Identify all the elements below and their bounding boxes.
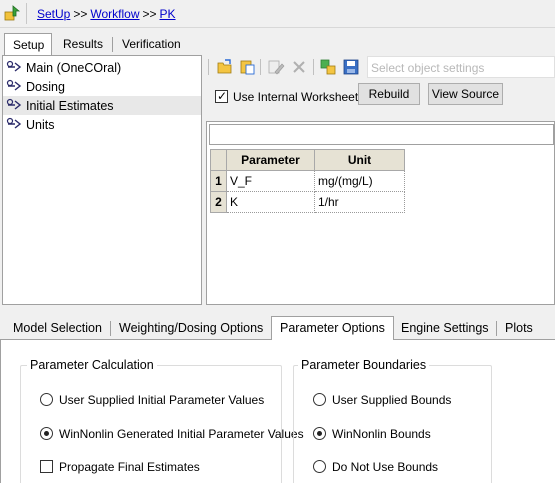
link-node-icon [6,117,22,129]
toolbar-divider [313,59,314,75]
tab-divider [496,321,497,336]
top-tab-strip: Setup Results Verification [0,33,555,57]
parameter-options-panel: Parameter Calculation User Supplied Init… [0,340,555,483]
winnonlin-generated-initial-values-radio[interactable] [40,427,53,440]
link-node-icon [6,98,22,110]
toolbar-divider [260,59,261,75]
link-icon[interactable] [319,58,337,76]
initial-estimates-panel: Select object settings ✓ Use Internal Wo… [205,55,555,305]
grid-corner [210,149,227,171]
breadcrumb: SetUp >> Workflow >> PK [37,7,176,21]
tab-plots[interactable]: Plots [505,318,533,340]
winnonlin-generated-initial-values-label: WinNonlin Generated Initial Parameter Va… [59,427,304,441]
parameter-boundaries-title: Parameter Boundaries [298,358,430,372]
row-number[interactable]: 1 [210,170,227,192]
tab-divider [110,321,111,336]
toolbar: Select object settings [205,55,555,79]
parameter-grid: Parameter Unit 1 V_F mg/(mg/L) 2 K 1/hr [210,149,405,213]
tab-parameter-options[interactable]: Parameter Options [271,316,394,341]
grid-header-row: Parameter Unit [210,149,405,171]
use-internal-worksheet-checkbox[interactable]: ✓ [215,89,228,103]
user-supplied-bounds-radio[interactable] [313,393,326,406]
options-tab-strip: Model Selection Weighting/Dosing Options… [0,316,555,341]
user-supplied-bounds-label: User Supplied Bounds [332,393,452,407]
tab-model-selection[interactable]: Model Selection [13,318,102,340]
open-folder-icon[interactable] [216,58,234,76]
view-source-button[interactable]: View Source [428,83,503,105]
column-header-parameter[interactable]: Parameter [226,149,315,171]
checkmark-icon: ✓ [217,89,228,103]
unit-cell[interactable]: 1/hr [314,191,405,213]
table-row: 2 K 1/hr [210,191,405,213]
tab-verification[interactable]: Verification [114,33,188,55]
do-not-use-bounds-label: Do Not Use Bounds [332,460,439,474]
use-internal-worksheet-label: Use Internal Worksheet [233,90,359,104]
tree-item-initial-estimates[interactable]: Initial Estimates [3,96,201,115]
delete-icon[interactable] [290,58,308,76]
tree-item-dosing[interactable]: Dosing [3,77,201,96]
breadcrumb-separator: >> [142,7,157,21]
setup-tree: Main (OneCOral) Dosing Initial Estimates… [2,55,202,305]
workflow-up-icon[interactable] [4,5,20,21]
row-number[interactable]: 2 [210,191,227,213]
tree-item-label: Initial Estimates [26,99,114,113]
tab-results[interactable]: Results [55,33,110,55]
propagate-final-estimates-label: Propagate Final Estimates [59,460,200,474]
table-row: 1 V_F mg/(mg/L) [210,170,405,192]
edit-icon[interactable] [267,58,285,76]
parameter-cell[interactable]: V_F [226,170,315,192]
breadcrumb-bar: SetUp >> Workflow >> PK [0,0,555,28]
breadcrumb-workflow-link[interactable]: Workflow [90,7,139,21]
breadcrumb-separator: >> [73,7,88,21]
do-not-use-bounds-radio[interactable] [313,460,326,473]
unit-cell[interactable]: mg/(mg/L) [314,170,405,192]
tree-item-label: Main (OneCOral) [26,61,122,75]
tree-item-label: Units [26,118,55,132]
winnonlin-bounds-label: WinNonlin Bounds [332,427,431,441]
parameter-calculation-title: Parameter Calculation [27,358,157,372]
rebuild-button[interactable]: Rebuild [358,83,420,105]
tab-setup[interactable]: Setup [4,33,53,57]
winnonlin-bounds-radio[interactable] [313,427,326,440]
breadcrumb-divider [26,3,27,24]
tree-item-units[interactable]: Units [3,115,201,134]
parameter-cell[interactable]: K [226,191,315,213]
user-supplied-initial-values-label: User Supplied Initial Parameter Values [59,393,265,407]
worksheet-grid-area: Parameter Unit 1 V_F mg/(mg/L) 2 K 1/hr [206,121,555,305]
breadcrumb-pk-link[interactable]: PK [160,7,176,21]
object-settings-select[interactable]: Select object settings [367,56,555,78]
user-supplied-initial-values-radio[interactable] [40,393,53,406]
toolbar-divider [208,59,209,75]
tab-weighting-dosing-options[interactable]: Weighting/Dosing Options [119,318,263,340]
breadcrumb-setup-link[interactable]: SetUp [37,7,70,21]
link-node-icon [6,60,22,72]
tab-engine-settings[interactable]: Engine Settings [401,318,489,340]
column-header-unit[interactable]: Unit [314,149,405,171]
tree-item-label: Dosing [26,80,65,94]
propagate-final-estimates-checkbox[interactable] [40,460,53,473]
paste-icon[interactable] [238,58,256,76]
cell-edit-field[interactable] [209,124,554,145]
tab-divider [112,37,113,52]
save-icon[interactable] [342,58,360,76]
link-node-icon [6,79,22,91]
tree-item-main[interactable]: Main (OneCOral) [3,58,201,77]
